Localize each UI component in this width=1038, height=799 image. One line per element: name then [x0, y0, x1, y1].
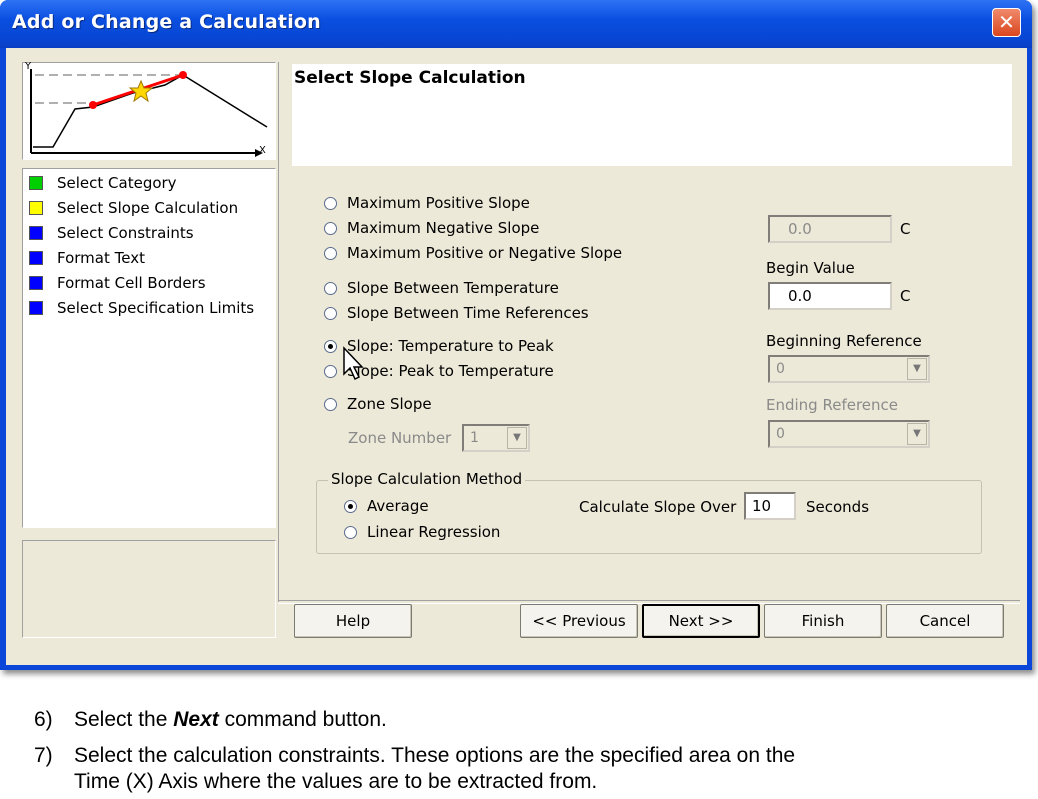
instruction-7: 7) [34, 744, 53, 768]
radio-label: Zone Slope [347, 395, 432, 413]
panel-title: Select Slope Calculation [294, 68, 526, 88]
step-item-format-text[interactable]: Format Text [29, 247, 145, 269]
step-status-blue-icon [29, 301, 43, 315]
radio-average[interactable]: Average [344, 497, 429, 515]
step-item-select-specification-limits[interactable]: Select Specification Limits [29, 297, 254, 319]
step-label: Select Slope Calculation [57, 199, 239, 217]
begin-value-unit: C [900, 287, 911, 305]
step-status-blue-icon [29, 276, 43, 290]
cancel-button[interactable]: Cancel [886, 604, 1004, 638]
step-description-box [22, 540, 276, 638]
finish-button[interactable]: Finish [764, 604, 882, 638]
radio-indicator[interactable] [344, 525, 357, 539]
radio-label: Maximum Positive or Negative Slope [347, 244, 623, 262]
step-status-blue-icon [29, 251, 43, 265]
radio-label: Slope: Peak to Temperature [347, 362, 554, 380]
step-label: Select Constraints [57, 224, 194, 242]
begin-value-field[interactable]: 0.0 [768, 282, 892, 310]
vertical-divider [278, 62, 279, 602]
radio-label: Slope Between Time References [347, 304, 589, 322]
step-item-select-constraints[interactable]: Select Constraints [29, 222, 194, 244]
slope-method-group [316, 480, 982, 554]
instruction-text: command button. [218, 708, 387, 731]
slope-graph-icon [30, 69, 268, 157]
radio-indicator[interactable] [324, 221, 337, 235]
radio-maximum-negative-slope[interactable]: Maximum Negative Slope [324, 219, 539, 237]
seconds-unit-label: Seconds [806, 498, 870, 516]
radio-linear-regression[interactable]: Linear Regression [344, 523, 500, 541]
radio-label: Average [367, 497, 429, 515]
radio-indicator[interactable] [324, 364, 337, 378]
radio-label: Linear Regression [367, 523, 501, 541]
step-label: Select Category [57, 174, 177, 192]
radio-label: Maximum Negative Slope [347, 219, 540, 237]
slope-thumbnail: Y X [22, 61, 276, 160]
ending-reference-value: 0 [776, 426, 785, 442]
radio-label: Slope: Temperature to Peak [347, 337, 554, 355]
slope-method-group-title: Slope Calculation Method [328, 470, 526, 488]
instruction-7-line-2: Time (X) Axis where the values are to be… [74, 770, 598, 793]
previous-button[interactable]: << Previous [520, 604, 638, 638]
radio-indicator[interactable] [324, 281, 337, 295]
dialog-client-area: Y X Select Category Select Slope Calcula… [6, 48, 1027, 665]
ending-reference-select[interactable]: 0 ▼ [768, 420, 930, 448]
mouse-cursor-icon [343, 346, 364, 381]
end-value-unit: C [900, 220, 911, 238]
step-status-green-icon [29, 176, 43, 190]
step-item-format-cell-borders[interactable]: Format Cell Borders [29, 272, 206, 294]
radio-slope-between-temperature[interactable]: Slope Between Temperature [324, 279, 559, 297]
instruction-number: 7) [34, 744, 53, 767]
step-status-yellow-icon [29, 201, 43, 215]
chevron-down-icon[interactable]: ▼ [907, 358, 927, 380]
close-button[interactable]: ✕ [992, 8, 1021, 37]
radio-maximum-positive-slope[interactable]: Maximum Positive Slope [324, 194, 530, 212]
x-axis-label: X [259, 145, 266, 156]
radio-indicator[interactable] [324, 196, 337, 210]
beginning-reference-select[interactable]: 0 ▼ [768, 355, 930, 383]
step-item-select-category[interactable]: Select Category [29, 172, 177, 194]
step-label: Format Cell Borders [57, 274, 206, 292]
radio-zone-slope[interactable]: Zone Slope [324, 395, 432, 413]
dialog-title: Add or Change a Calculation [12, 11, 321, 33]
step-label: Select Specification Limits [57, 299, 255, 317]
help-button[interactable]: Help [294, 604, 412, 638]
instruction-number: 6) [34, 708, 53, 731]
zone-number-label: Zone Number [348, 429, 452, 447]
zone-number-select[interactable]: 1 ▼ [462, 424, 530, 452]
radio-slope-between-time-references[interactable]: Slope Between Time References [324, 304, 589, 322]
calculate-slope-over-label: Calculate Slope Over [579, 498, 737, 516]
radio-label: Slope Between Temperature [347, 279, 559, 297]
instruction-text: Select the [74, 708, 174, 731]
y-axis-label: Y [25, 61, 32, 72]
radio-indicator[interactable] [324, 246, 337, 260]
radio-maximum-positive-or-negative-slope[interactable]: Maximum Positive or Negative Slope [324, 244, 622, 262]
slope-seconds-field[interactable]: 10 [744, 492, 796, 520]
chevron-down-icon[interactable]: ▼ [507, 427, 527, 449]
radio-label: Maximum Positive Slope [347, 194, 530, 212]
step-status-blue-icon [29, 226, 43, 240]
radio-indicator[interactable] [324, 306, 337, 320]
step-item-select-slope-calculation[interactable]: Select Slope Calculation [29, 197, 238, 219]
radio-indicator-selected[interactable] [324, 339, 337, 353]
radio-indicator[interactable] [324, 397, 337, 411]
instruction-7-line-1: Select the calculation constraints. Thes… [74, 744, 796, 767]
step-label: Format Text [57, 249, 145, 267]
radio-indicator-selected[interactable] [344, 499, 357, 513]
ending-reference-label: Ending Reference [766, 396, 899, 414]
wizard-steps-list: Select Category Select Slope Calculation… [22, 168, 276, 528]
beginning-reference-value: 0 [776, 361, 785, 377]
end-value-field: 0.0 [768, 215, 892, 243]
begin-value-label: Begin Value [766, 259, 855, 277]
zone-number-value: 1 [470, 430, 479, 446]
beginning-reference-label: Beginning Reference [766, 332, 922, 350]
instruction-6: 6) Select the Next command button. [34, 708, 387, 732]
chevron-down-icon[interactable]: ▼ [907, 423, 927, 445]
instruction-emphasis: Next [173, 708, 219, 731]
next-button[interactable]: Next >> [642, 604, 760, 638]
